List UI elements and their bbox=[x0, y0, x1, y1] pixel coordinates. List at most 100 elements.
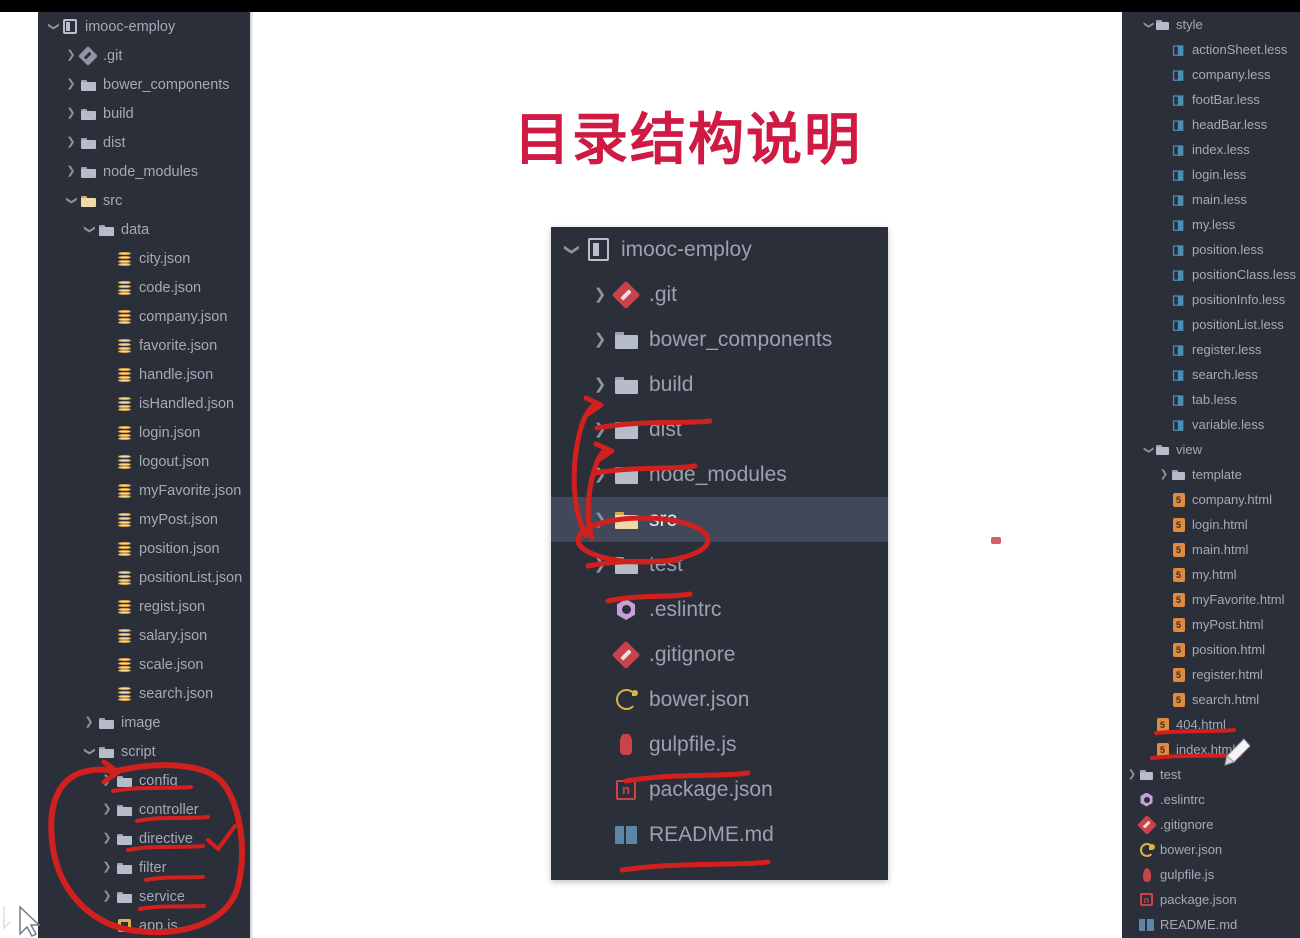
chevron-right-icon[interactable]: ❯ bbox=[589, 512, 611, 527]
tree-row[interactable]: .gitignore bbox=[551, 632, 888, 677]
tree-row[interactable]: ◨ main.less bbox=[1122, 187, 1300, 212]
tree-row[interactable]: city.json bbox=[38, 244, 250, 273]
tree-row[interactable]: ❯ image bbox=[38, 708, 250, 737]
chevron-right-icon[interactable]: ❯ bbox=[64, 166, 78, 177]
tree-row[interactable]: search.html bbox=[1122, 687, 1300, 712]
tree-row[interactable]: README.md bbox=[1122, 912, 1300, 937]
tree-row[interactable]: main.html bbox=[1122, 537, 1300, 562]
left-project-tree-panel[interactable]: ❯ imooc-employ ❯ .git ❯ bower_components ❯ buil… bbox=[38, 12, 250, 938]
tree-row[interactable]: bower.json bbox=[1122, 837, 1300, 862]
chevron-down-icon[interactable]: ❯ bbox=[84, 745, 96, 759]
tree-row[interactable]: ❯ .git bbox=[38, 41, 250, 70]
tree-row[interactable]: ❯ data bbox=[38, 215, 250, 244]
tree-row[interactable]: ❯ service bbox=[38, 882, 250, 911]
chevron-down-icon[interactable]: ❯ bbox=[84, 223, 96, 237]
tree-row[interactable]: ❯ filter bbox=[38, 853, 250, 882]
tree-row[interactable]: myPost.html bbox=[1122, 612, 1300, 637]
chevron-down-icon[interactable]: ❯ bbox=[1143, 444, 1154, 456]
tree-row[interactable]: ❯ directive bbox=[38, 824, 250, 853]
tree-row[interactable]: login.html bbox=[1122, 512, 1300, 537]
tree-row[interactable]: ❯ build bbox=[38, 99, 250, 128]
tree-row[interactable]: ❯ imooc-employ bbox=[551, 227, 888, 272]
center-project-tree-panel[interactable]: ❯ imooc-employ ❯ .git ❯ bower_components ❯ buil… bbox=[551, 227, 888, 880]
tree-row[interactable]: README.md bbox=[551, 812, 888, 857]
tree-row[interactable]: .eslintrc bbox=[551, 587, 888, 632]
tree-row[interactable]: ❯ node_modules bbox=[551, 452, 888, 497]
tree-row[interactable]: ❯ config bbox=[38, 766, 250, 795]
tree-row[interactable]: ◨ register.less bbox=[1122, 337, 1300, 362]
tree-row[interactable]: ❯ dist bbox=[551, 407, 888, 452]
tree-row[interactable]: ◨ positionInfo.less bbox=[1122, 287, 1300, 312]
chevron-right-icon[interactable]: ❯ bbox=[100, 891, 114, 902]
chevron-right-icon[interactable]: ❯ bbox=[64, 50, 78, 61]
tree-row[interactable]: myPost.json bbox=[38, 505, 250, 534]
tree-row[interactable]: ❯ style bbox=[1122, 12, 1300, 37]
tree-row[interactable]: ❯ src bbox=[38, 186, 250, 215]
chevron-down-icon[interactable]: ❯ bbox=[66, 194, 78, 208]
chevron-right-icon[interactable]: ❯ bbox=[100, 804, 114, 815]
tree-row[interactable]: ❯ build bbox=[551, 362, 888, 407]
tree-row[interactable]: ❯ node_modules bbox=[38, 157, 250, 186]
tree-row[interactable]: isHandled.json bbox=[38, 389, 250, 418]
chevron-right-icon[interactable]: ❯ bbox=[100, 833, 114, 844]
chevron-right-icon[interactable]: ❯ bbox=[1126, 769, 1138, 780]
tree-row[interactable]: ◨ login.less bbox=[1122, 162, 1300, 187]
chevron-down-icon[interactable]: ❯ bbox=[48, 20, 60, 34]
tree-row[interactable]: ◨ position.less bbox=[1122, 237, 1300, 262]
tree-row[interactable]: ❯ test bbox=[1122, 762, 1300, 787]
tree-row[interactable]: salary.json bbox=[38, 621, 250, 650]
tree-row[interactable]: .eslintrc bbox=[1122, 787, 1300, 812]
tree-row[interactable]: ❯ script bbox=[38, 737, 250, 766]
tree-row[interactable]: handle.json bbox=[38, 360, 250, 389]
tree-row[interactable]: search.json bbox=[38, 679, 250, 708]
tree-row[interactable]: regist.json bbox=[38, 592, 250, 621]
tree-row[interactable]: ❯ test bbox=[551, 542, 888, 587]
tree-row[interactable]: index.html bbox=[1122, 737, 1300, 762]
chevron-down-icon[interactable]: ❯ bbox=[1143, 19, 1154, 31]
tree-row[interactable]: ◨ headBar.less bbox=[1122, 112, 1300, 137]
tree-row[interactable]: ❯ .git bbox=[551, 272, 888, 317]
tree-row[interactable]: ◨ tab.less bbox=[1122, 387, 1300, 412]
tree-row[interactable]: package.json bbox=[551, 767, 888, 812]
tree-row[interactable]: scale.json bbox=[38, 650, 250, 679]
tree-row[interactable]: ❯ view bbox=[1122, 437, 1300, 462]
tree-row[interactable]: ◨ actionSheet.less bbox=[1122, 37, 1300, 62]
chevron-right-icon[interactable]: ❯ bbox=[64, 79, 78, 90]
chevron-right-icon[interactable]: ❯ bbox=[589, 467, 611, 482]
chevron-down-icon[interactable]: ❯ bbox=[564, 239, 581, 261]
chevron-right-icon[interactable]: ❯ bbox=[82, 717, 96, 728]
tree-row[interactable]: register.html bbox=[1122, 662, 1300, 687]
tree-row[interactable]: position.json bbox=[38, 534, 250, 563]
tree-row[interactable]: ❯ imooc-employ bbox=[38, 12, 250, 41]
tree-row[interactable]: gulpfile.js bbox=[1122, 862, 1300, 887]
chevron-right-icon[interactable]: ❯ bbox=[100, 775, 114, 786]
chevron-right-icon[interactable]: ❯ bbox=[1158, 469, 1170, 480]
tree-row[interactable]: ◨ footBar.less bbox=[1122, 87, 1300, 112]
tree-row[interactable]: .gitignore bbox=[1122, 812, 1300, 837]
tree-row[interactable]: gulpfile.js bbox=[551, 722, 888, 767]
chevron-right-icon[interactable]: ❯ bbox=[589, 377, 611, 392]
tree-row[interactable]: 404.html bbox=[1122, 712, 1300, 737]
tree-row[interactable]: logout.json bbox=[38, 447, 250, 476]
tree-row[interactable]: ◨ variable.less bbox=[1122, 412, 1300, 437]
chevron-right-icon[interactable]: ❯ bbox=[100, 862, 114, 873]
tree-row[interactable]: ◨ my.less bbox=[1122, 212, 1300, 237]
tree-row[interactable]: ◨ positionList.less bbox=[1122, 312, 1300, 337]
tree-row[interactable]: ❯ template bbox=[1122, 462, 1300, 487]
tree-row[interactable]: ◨ company.less bbox=[1122, 62, 1300, 87]
chevron-right-icon[interactable]: ❯ bbox=[589, 287, 611, 302]
tree-row[interactable]: company.json bbox=[38, 302, 250, 331]
tree-row[interactable]: ◨ positionClass.less bbox=[1122, 262, 1300, 287]
tree-row[interactable]: login.json bbox=[38, 418, 250, 447]
tree-row[interactable]: bower.json bbox=[551, 677, 888, 722]
tree-row[interactable]: myFavorite.html bbox=[1122, 587, 1300, 612]
tree-row[interactable]: ◨ index.less bbox=[1122, 137, 1300, 162]
tree-row[interactable]: ❯ bower_components bbox=[38, 70, 250, 99]
tree-row[interactable]: company.html bbox=[1122, 487, 1300, 512]
tree-row[interactable]: my.html bbox=[1122, 562, 1300, 587]
tree-row[interactable]: app.js bbox=[38, 911, 250, 938]
tree-row[interactable]: positionList.json bbox=[38, 563, 250, 592]
tree-row[interactable]: ❯ dist bbox=[38, 128, 250, 157]
tree-row[interactable]: ❯ bower_components bbox=[551, 317, 888, 362]
tree-row[interactable]: position.html bbox=[1122, 637, 1300, 662]
